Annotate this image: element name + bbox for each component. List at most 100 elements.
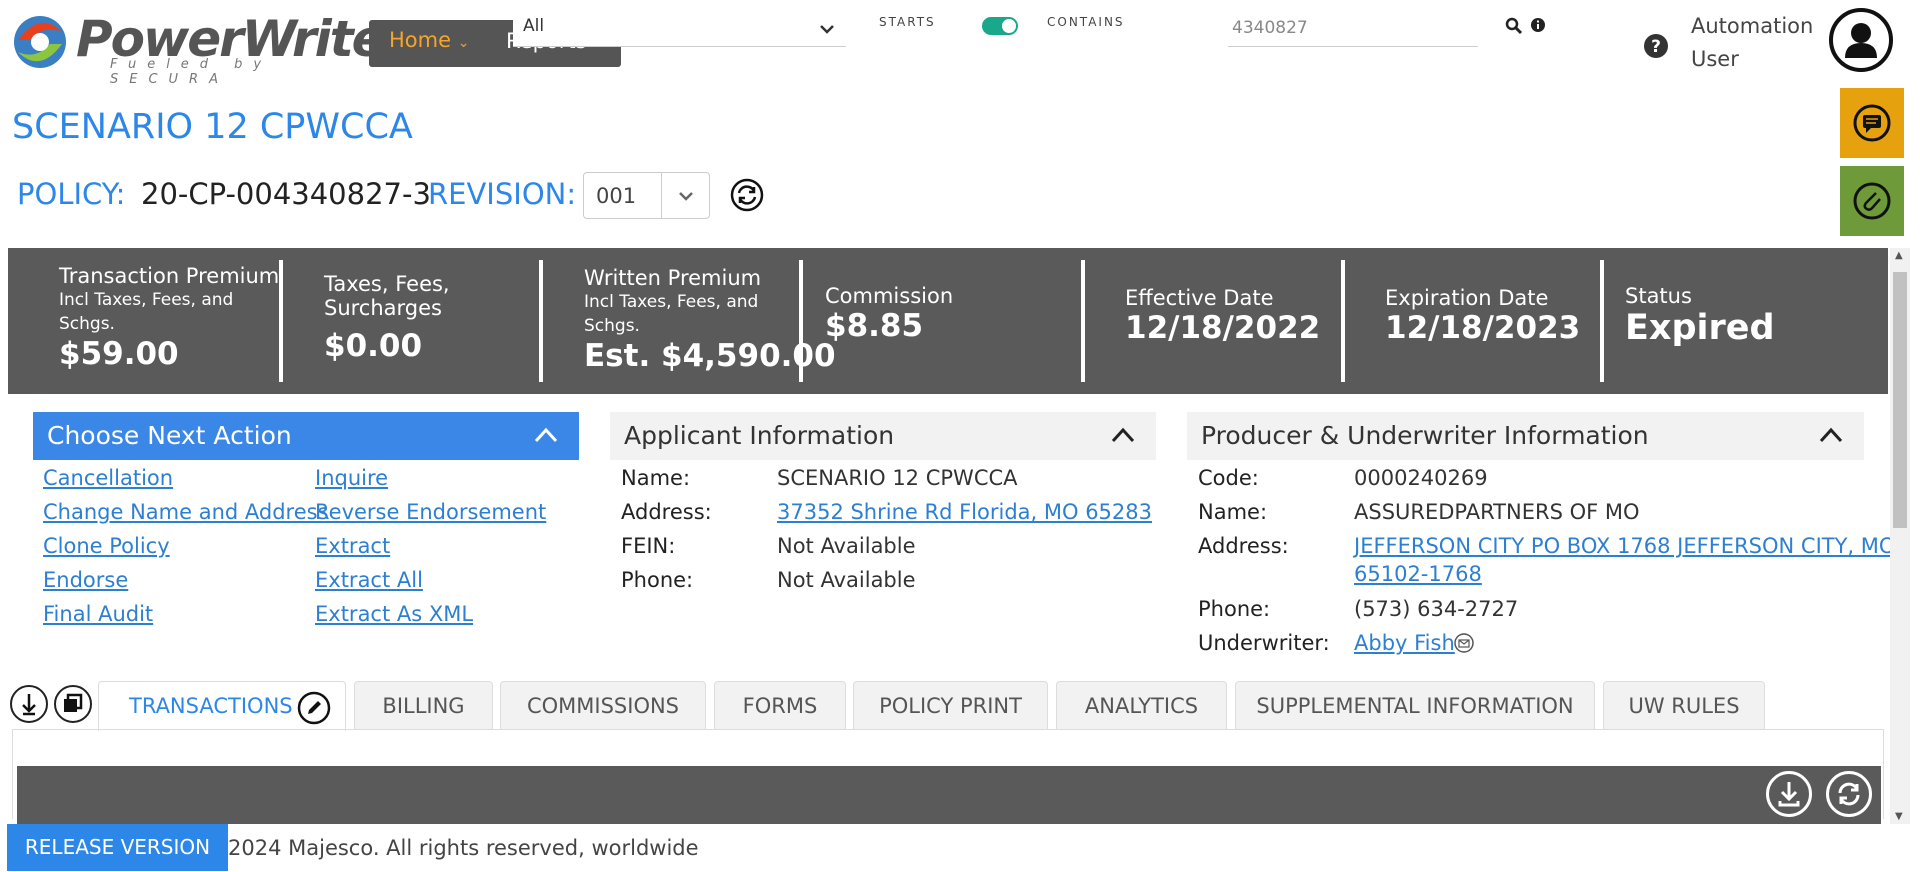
summary-status: Status Expired [1625, 284, 1775, 430]
next-action-header[interactable]: Choose Next Action [33, 412, 579, 460]
chevron-up-icon[interactable] [533, 426, 559, 444]
help-icon[interactable]: ? [1643, 33, 1669, 59]
action-final-audit[interactable]: Final Audit [43, 602, 153, 626]
powerwriter-logo[interactable]: PowerWriter Fueled by SECURA [10, 8, 408, 87]
producer-title: Producer & Underwriter Information [1201, 421, 1649, 450]
producer-phone-label: Phone: [1198, 597, 1271, 621]
scroll-up-icon[interactable]: ▲ [1895, 250, 1903, 261]
summary-value: $59.00 [59, 336, 179, 372]
action-reverse-endorsement[interactable]: Reverse Endorsement [315, 500, 546, 524]
summary-value: $8.85 [825, 308, 924, 344]
tab-policy-print[interactable]: POLICY PRINT [853, 681, 1048, 729]
avatar[interactable] [1829, 8, 1893, 72]
applicant-title: Applicant Information [624, 421, 895, 450]
search-scope-value: All [523, 16, 545, 36]
info-icon[interactable] [1530, 17, 1546, 33]
action-change-name-address[interactable]: Change Name and Address [43, 500, 329, 524]
edit-icon[interactable] [297, 691, 331, 725]
tab-analytics[interactable]: ANALYTICS [1056, 681, 1227, 729]
download-icon [1778, 782, 1800, 807]
underwriter-link[interactable]: Abby Fish [1354, 629, 1455, 657]
user-icon [1845, 23, 1877, 58]
page-title: SCENARIO 12 CPWCCA [12, 107, 413, 147]
action-clone-policy[interactable]: Clone Policy [43, 534, 170, 558]
summary-divider [279, 260, 283, 382]
applicant-header[interactable]: Applicant Information [610, 412, 1156, 460]
release-version-button[interactable]: RELEASE VERSION [7, 824, 228, 871]
action-extract[interactable]: Extract [315, 534, 390, 558]
underwriter-label: Underwriter: [1198, 631, 1330, 655]
tab-transactions[interactable]: TRANSACTIONS [98, 681, 346, 731]
revision-divider [661, 173, 662, 218]
attachments-button[interactable] [1840, 166, 1904, 236]
producer-code-label: Code: [1198, 466, 1259, 490]
summary-divider [539, 260, 543, 382]
email-icon[interactable] [1453, 632, 1475, 654]
refresh-icon[interactable] [730, 178, 764, 212]
producer-address-label: Address: [1198, 534, 1289, 558]
logo-tagline: Fueled by SECURA [110, 57, 273, 87]
summary-divider [1081, 260, 1085, 382]
starts-label: STARTS [879, 15, 936, 29]
user-last-name: User [1691, 47, 1739, 71]
search-scope-select[interactable]: All [513, 10, 846, 47]
summary-commission: Commission $8.85 [825, 284, 953, 430]
summary-value: Est. $4,590.00 [584, 338, 836, 374]
search-mode-toggle[interactable] [982, 17, 1018, 35]
user-first-name: Automation [1691, 14, 1814, 38]
action-extract-xml[interactable]: Extract As XML [315, 602, 473, 626]
chevron-up-icon[interactable] [1818, 426, 1844, 444]
refresh-icon [1838, 782, 1860, 806]
nav-home[interactable]: Home ⌄ [389, 28, 469, 52]
tab-commissions[interactable]: COMMISSIONS [500, 681, 706, 729]
summary-title: Expiration Date [1385, 286, 1549, 310]
search-icon[interactable] [1505, 17, 1523, 35]
tab-forms[interactable]: FORMS [714, 681, 846, 729]
summary-transaction-premium: Transaction Premium Incl Taxes, Fees, an… [59, 264, 279, 410]
search-input[interactable] [1228, 10, 1478, 47]
summary-title: Status [1625, 284, 1692, 308]
revision-select[interactable]: 001 [583, 172, 710, 219]
applicant-address-label: Address: [621, 500, 712, 524]
tab-transactions-label: TRANSACTIONS [129, 694, 293, 718]
refresh-grid-button[interactable] [1826, 771, 1872, 817]
expand-all-button[interactable] [10, 685, 48, 723]
action-inquire[interactable]: Inquire [315, 466, 388, 490]
applicant-address-link[interactable]: 37352 Shrine Rd Florida, MO 65283 [777, 498, 1152, 526]
copy-button[interactable] [54, 685, 92, 723]
logo-swirl-icon [14, 16, 66, 68]
page-scrollbar[interactable]: ▲ ▼ [1890, 248, 1910, 824]
summary-title: Commission [825, 284, 954, 308]
tab-supplemental-information[interactable]: SUPPLEMENTAL INFORMATION [1235, 681, 1595, 729]
revision-label: REVISION: [428, 177, 577, 211]
summary-value: 12/18/2023 [1385, 310, 1581, 346]
chevron-up-icon[interactable] [1110, 426, 1136, 444]
summary-taxes-fees: Taxes, Fees, Surcharges $0.00 [324, 272, 524, 418]
summary-title: Effective Date [1125, 286, 1274, 310]
applicant-name: SCENARIO 12 CPWCCA [777, 466, 1018, 490]
scroll-down-icon[interactable]: ▼ [1895, 811, 1903, 822]
summary-subtitle: Incl Taxes, Fees, and Schgs. [59, 290, 234, 334]
producer-address-line2: 65102-1768 [1354, 562, 1482, 586]
export-button[interactable] [1766, 771, 1812, 817]
copyright-text: 2024 Majesco. All rights reserved, world… [228, 836, 699, 860]
action-endorse[interactable]: Endorse [43, 568, 128, 592]
action-extract-all[interactable]: Extract All [315, 568, 423, 592]
action-cancellation[interactable]: Cancellation [43, 466, 173, 490]
notes-button[interactable] [1840, 88, 1904, 158]
user-name[interactable]: Automation User [1691, 10, 1813, 76]
scrollbar-thumb[interactable] [1893, 272, 1907, 528]
producer-header[interactable]: Producer & Underwriter Information [1187, 412, 1864, 460]
nav-home-label: Home [389, 28, 452, 52]
applicant-phone-label: Phone: [621, 568, 694, 592]
tab-billing[interactable]: BILLING [354, 681, 493, 729]
chat-icon [1853, 104, 1891, 142]
producer-address-link[interactable]: JEFFERSON CITY PO BOX 1768 JEFFERSON CIT… [1354, 532, 1895, 588]
applicant-name-label: Name: [621, 466, 691, 490]
producer-code: 0000240269 [1354, 466, 1488, 490]
tab-uw-rules[interactable]: UW RULES [1603, 681, 1765, 729]
contains-label: CONTAINS [1047, 15, 1125, 29]
policy-summary-bar: Transaction Premium Incl Taxes, Fees, an… [8, 248, 1888, 394]
copy-icon [64, 693, 83, 712]
chevron-down-icon [679, 192, 693, 201]
